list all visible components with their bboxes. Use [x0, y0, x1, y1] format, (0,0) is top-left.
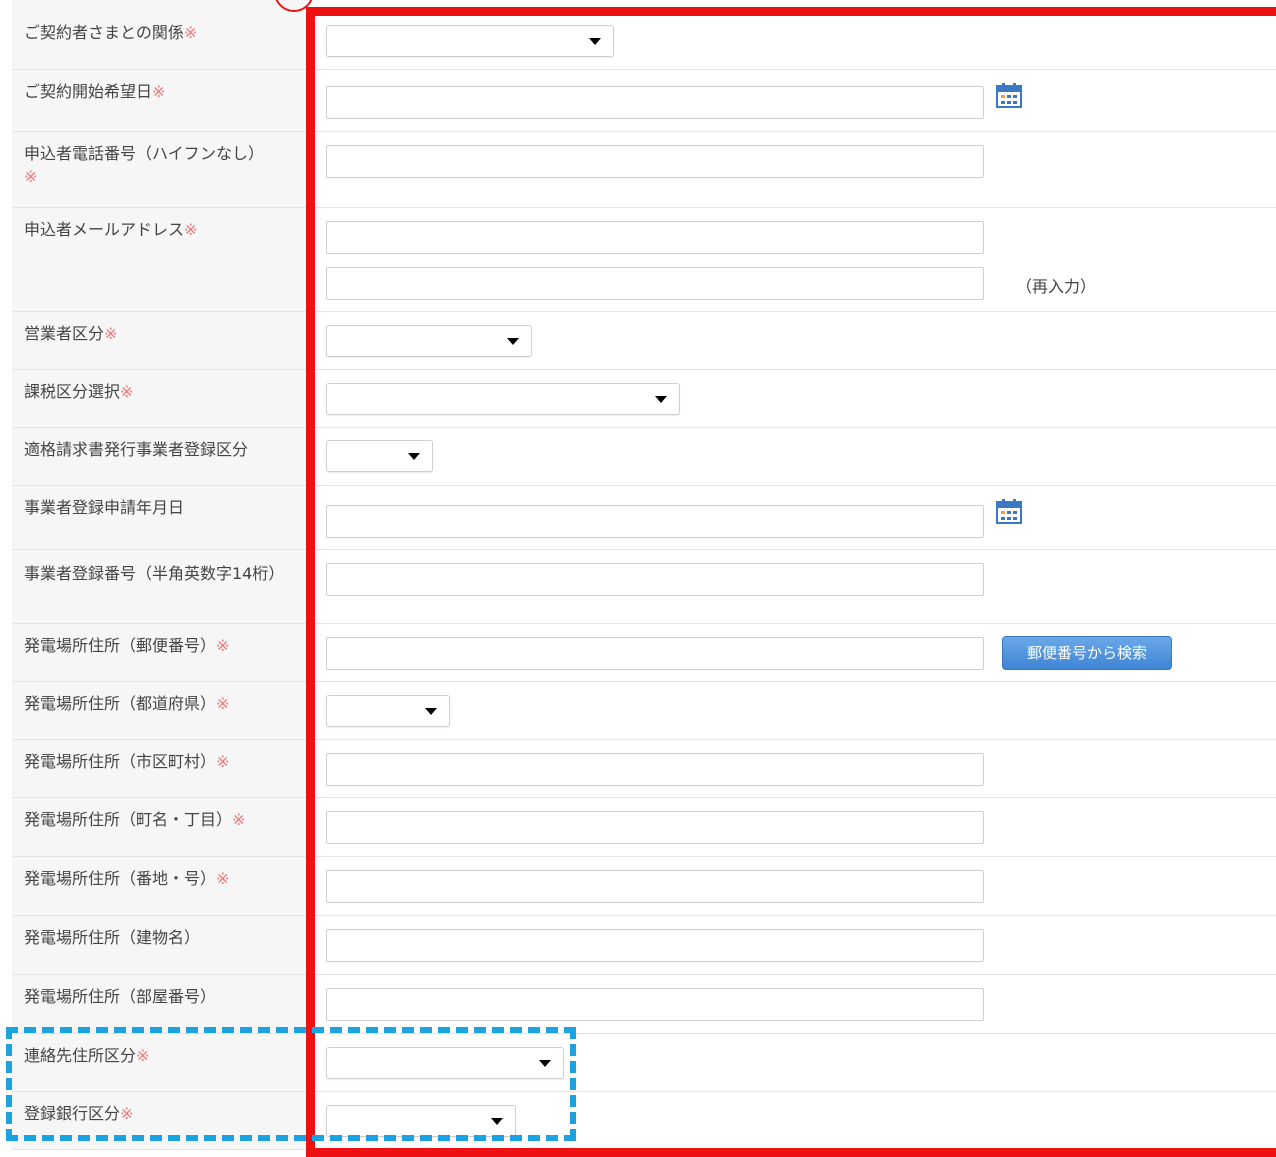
- phone-input[interactable]: [326, 145, 984, 178]
- required-mark: ※: [120, 382, 134, 401]
- prefecture-select[interactable]: [326, 695, 450, 727]
- field-label: 発電場所住所（番地・号）※: [12, 857, 304, 915]
- email-confirm-input[interactable]: [326, 267, 984, 300]
- row-registration-date: 事業者登録申請年月日: [12, 486, 1276, 550]
- row-contact-address: 連絡先住所区分※: [12, 1034, 1276, 1092]
- row-invoice-registration: 適格請求書発行事業者登録区分: [12, 428, 1276, 486]
- row-relationship: ご契約者さまとの関係※: [12, 0, 1276, 70]
- start-date-input[interactable]: [326, 86, 984, 119]
- row-email: 申込者メールアドレス※ （再入力）: [12, 208, 1276, 312]
- row-start-date: ご契約開始希望日※: [12, 70, 1276, 132]
- required-mark: ※: [216, 869, 230, 888]
- chevron-down-icon: [408, 453, 420, 460]
- chevron-down-icon: [425, 708, 437, 715]
- required-mark: ※: [184, 220, 198, 239]
- row-postal-code: 発電場所住所（郵便番号）※ 郵便番号から検索: [12, 624, 1276, 682]
- chevron-down-icon: [539, 1060, 551, 1067]
- invoice-registration-select[interactable]: [326, 440, 433, 472]
- required-mark: ※: [216, 694, 230, 713]
- field-label: 営業者区分※: [12, 312, 304, 369]
- row-room-number: 発電場所住所（部屋番号）: [12, 975, 1276, 1034]
- contact-address-select[interactable]: [326, 1047, 564, 1079]
- field-label: 申込者メールアドレス※: [12, 208, 304, 311]
- required-mark: ※: [152, 82, 166, 101]
- field-label: 事業者登録申請年月日: [12, 486, 304, 549]
- calendar-icon[interactable]: [996, 498, 1022, 524]
- required-mark: ※: [216, 752, 230, 771]
- calendar-icon[interactable]: [996, 82, 1022, 108]
- registration-number-input[interactable]: [326, 563, 984, 596]
- row-block-number: 発電場所住所（番地・号）※: [12, 857, 1276, 916]
- field-label: 発電場所住所（郵便番号）※: [12, 624, 304, 681]
- field-label: 連絡先住所区分※: [12, 1034, 304, 1091]
- field-label: ご契約開始希望日※: [12, 70, 304, 131]
- required-mark: ※: [216, 636, 230, 655]
- field-label: ご契約者さまとの関係※: [12, 0, 304, 69]
- postal-code-input[interactable]: [326, 637, 984, 670]
- field-label: 発電場所住所（市区町村）※: [12, 740, 304, 797]
- town-input[interactable]: [326, 811, 984, 844]
- room-number-input[interactable]: [326, 988, 984, 1021]
- field-label: 発電場所住所（部屋番号）: [12, 975, 304, 1033]
- email-input[interactable]: [326, 221, 984, 254]
- field-label: 適格請求書発行事業者登録区分: [12, 428, 304, 485]
- row-prefecture: 発電場所住所（都道府県）※: [12, 682, 1276, 740]
- row-bank-category: 登録銀行区分※: [12, 1092, 1276, 1150]
- required-mark: ※: [120, 1104, 134, 1123]
- building-name-input[interactable]: [326, 929, 984, 962]
- tax-category-select[interactable]: [326, 383, 680, 415]
- row-tax-category: 課税区分選択※: [12, 370, 1276, 428]
- required-mark: ※: [183, 23, 198, 42]
- field-label: 発電場所住所（都道府県）※: [12, 682, 304, 739]
- postal-search-button[interactable]: 郵便番号から検索: [1002, 636, 1172, 670]
- row-city: 発電場所住所（市区町村）※: [12, 740, 1276, 798]
- chevron-down-icon: [655, 396, 667, 403]
- required-mark: ※: [136, 1046, 150, 1065]
- city-input[interactable]: [326, 753, 984, 786]
- row-town: 発電場所住所（町名・丁目）※: [12, 798, 1276, 857]
- block-number-input[interactable]: [326, 870, 984, 903]
- bank-category-select[interactable]: [326, 1105, 516, 1137]
- field-label: 発電場所住所（町名・丁目）※: [12, 798, 304, 856]
- required-mark: ※: [232, 810, 246, 829]
- relationship-select[interactable]: [326, 25, 614, 57]
- chevron-down-icon: [507, 338, 519, 345]
- registration-date-input[interactable]: [326, 505, 984, 538]
- field-label: 発電場所住所（建物名）: [12, 916, 304, 974]
- row-building-name: 発電場所住所（建物名）: [12, 916, 1276, 975]
- row-business-category: 営業者区分※: [12, 312, 1276, 370]
- row-registration-number: 事業者登録番号（半角英数字14桁）: [12, 550, 1276, 624]
- reentry-label: （再入力）: [1016, 277, 1097, 296]
- required-mark: ※: [104, 324, 118, 343]
- business-category-select[interactable]: [326, 325, 532, 357]
- required-mark: ※: [24, 167, 38, 186]
- row-phone: 申込者電話番号（ハイフンなし） ※: [12, 132, 1276, 208]
- chevron-down-icon: [491, 1118, 503, 1125]
- field-label: 申込者電話番号（ハイフンなし） ※: [12, 132, 304, 207]
- field-label: 登録銀行区分※: [12, 1092, 304, 1149]
- field-label: 課税区分選択※: [12, 370, 304, 427]
- field-label: 事業者登録番号（半角英数字14桁）: [12, 550, 304, 623]
- chevron-down-icon: [589, 38, 601, 45]
